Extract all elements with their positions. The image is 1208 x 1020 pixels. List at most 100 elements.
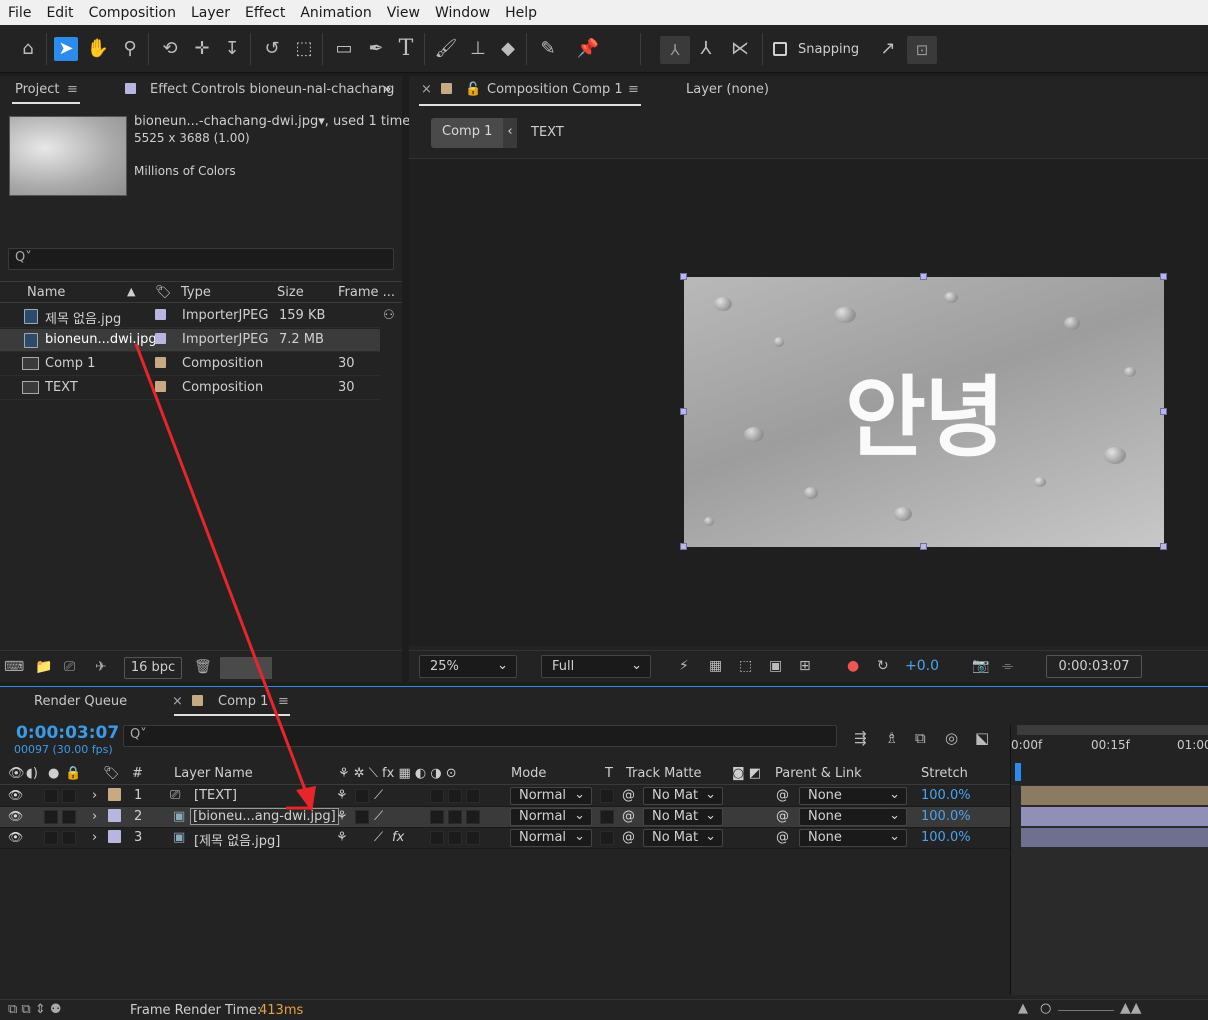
layer-duration-bar[interactable]: [1021, 828, 1208, 847]
collapse-toggle[interactable]: [355, 810, 369, 824]
composition-mini-flowchart-icon[interactable]: ⇶: [854, 729, 867, 747]
track-matte-dropdown[interactable]: No Mat ⌄: [643, 808, 723, 826]
shy-icon[interactable]: ⚘: [336, 809, 348, 824]
label-swatch[interactable]: [108, 788, 121, 801]
time-ruler[interactable]: 0:00f 00:15f 01:00: [1010, 725, 1208, 785]
interpret-footage-icon[interactable]: ⌨: [4, 659, 24, 675]
layer-name[interactable]: [bioneu...ang-dwi.jpg]: [190, 808, 339, 825]
dolly-camera-icon[interactable]: ↧: [220, 37, 244, 61]
transform-handle[interactable]: [680, 273, 687, 280]
composition-canvas[interactable]: 안녕: [684, 277, 1164, 547]
label-swatch[interactable]: [155, 333, 166, 344]
guides-icon[interactable]: ⊞: [799, 658, 811, 674]
layer-duration-bar[interactable]: [1021, 786, 1208, 805]
snap-feature-icon[interactable]: ↗: [876, 37, 900, 61]
timeline-search-input[interactable]: Q˅: [123, 725, 837, 747]
tab-project[interactable]: Project: [15, 82, 59, 97]
layer-duration-bar[interactable]: [1021, 807, 1208, 826]
shy-layers-icon[interactable]: ♗: [885, 729, 898, 747]
local-axis-icon[interactable]: ⋉: [728, 37, 752, 61]
switch-toggle[interactable]: [430, 831, 444, 845]
project-item[interactable]: TEXT Composition 30: [0, 377, 380, 400]
tab-composition[interactable]: Composition Comp 1: [487, 82, 623, 97]
switch-toggle[interactable]: [466, 831, 480, 845]
project-item[interactable]: 제목 없음.jpg ImporterJPEG 159 KB: [0, 305, 380, 328]
solo-toggle[interactable]: [44, 810, 58, 824]
quality-icon[interactable]: ⟋: [374, 809, 383, 824]
solo-icon[interactable]: ●: [48, 766, 59, 781]
menu-window[interactable]: Window: [435, 5, 490, 21]
motion-blur-icon[interactable]: ◎: [945, 729, 958, 747]
layer-name[interactable]: [제목 없음.jpg]: [194, 830, 280, 849]
lock-icon[interactable]: 🔓: [465, 82, 481, 97]
puppet-pin-icon[interactable]: 📌: [576, 37, 600, 61]
tab-comp1-timeline[interactable]: Comp 1: [218, 694, 268, 709]
eye-icon[interactable]: 👁: [8, 809, 23, 823]
shy-icon[interactable]: ⚘: [336, 788, 348, 803]
layer-row[interactable]: 👁 › 1 ⎚ [TEXT] ⚘ ⟋ Normal ⌄ @ No Mat ⌄ @ N…: [0, 786, 1010, 807]
switch-toggle[interactable]: [430, 789, 444, 803]
audio-icon[interactable]: ◖): [26, 766, 38, 781]
tab-effect-controls[interactable]: Effect Controls bioneun-nal-chachang: [150, 82, 394, 97]
graph-editor-icon[interactable]: ⬕: [975, 729, 989, 747]
new-composition-icon[interactable]: ⎚: [64, 659, 75, 675]
label-swatch[interactable]: [155, 381, 166, 392]
snap-grid-icon[interactable]: ⊡: [907, 36, 937, 64]
lock-toggle[interactable]: [62, 831, 76, 845]
menu-animation[interactable]: Animation: [300, 5, 371, 21]
transform-handle[interactable]: [1160, 408, 1167, 415]
pick-whip-icon[interactable]: @: [622, 788, 635, 803]
layer-row[interactable]: 👁 › 3 ▣ [제목 없음.jpg] ⚘ ⟋ fx Normal ⌄ @ No …: [0, 828, 1010, 849]
switch-toggle[interactable]: [448, 810, 462, 824]
layer-row[interactable]: 👁 › 2 ▣ [bioneu...ang-dwi.jpg] ⚘ ⟋ Norma…: [0, 807, 1010, 828]
composition-viewer[interactable]: 안녕: [409, 158, 1208, 646]
collapse-toggle[interactable]: [355, 789, 369, 803]
world-axis-icon[interactable]: ⅄: [660, 36, 690, 64]
switch-toggle[interactable]: [448, 789, 462, 803]
type-tool-icon[interactable]: T: [394, 37, 418, 61]
exposure-value[interactable]: +0.0: [905, 658, 939, 674]
lock-toggle[interactable]: [62, 810, 76, 824]
eye-icon[interactable]: 👁: [8, 766, 25, 781]
frame-blending-icon[interactable]: ⧉: [915, 729, 926, 747]
column-parent-link[interactable]: Parent & Link: [775, 766, 862, 781]
transform-handle[interactable]: [1160, 543, 1167, 550]
switch-toggle[interactable]: [466, 810, 480, 824]
pan-camera-icon[interactable]: ✛: [190, 37, 214, 61]
clone-stamp-icon[interactable]: ⊥: [466, 37, 490, 61]
zoom-out-icon[interactable]: ▲: [1018, 1001, 1028, 1016]
eraser-icon[interactable]: ◆: [496, 37, 520, 61]
selection-tool-icon[interactable]: ➤: [54, 37, 78, 61]
home-icon[interactable]: ⌂: [16, 37, 40, 61]
quality-icon[interactable]: ⟋: [374, 830, 383, 845]
zoom-tool-icon[interactable]: ⚲: [118, 37, 142, 61]
panel-menu-icon[interactable]: ≡: [67, 82, 78, 97]
layer-name[interactable]: [TEXT]: [194, 788, 237, 803]
region-of-interest-icon[interactable]: ▣: [769, 658, 782, 674]
quality-icon[interactable]: ⟋: [374, 788, 383, 803]
bit-depth-button[interactable]: 16 bpc: [124, 657, 182, 679]
chevron-left-icon[interactable]: ‹: [503, 118, 517, 148]
transform-handle[interactable]: [1160, 273, 1167, 280]
roto-brush-icon[interactable]: ✎: [536, 37, 560, 61]
rotate-tool-icon[interactable]: ↺: [260, 37, 284, 61]
preserve-transparency-toggle[interactable]: [600, 831, 614, 845]
tab-render-queue[interactable]: Render Queue: [34, 694, 127, 709]
pick-whip-icon[interactable]: @: [622, 809, 635, 824]
adjust-settings-icon[interactable]: ✈: [95, 659, 107, 675]
column-number[interactable]: #: [132, 766, 143, 781]
track-matte-dropdown[interactable]: No Mat ⌄: [643, 829, 723, 847]
zoom-in-icon[interactable]: ▲▲: [1120, 1000, 1142, 1016]
playhead[interactable]: [1015, 763, 1021, 781]
stretch-value[interactable]: 100.0%: [921, 830, 971, 845]
tab-layer[interactable]: Layer (none): [686, 82, 769, 97]
chevron-right-icon[interactable]: »: [383, 82, 391, 97]
transform-handle[interactable]: [680, 408, 687, 415]
menu-effect[interactable]: Effect: [245, 5, 285, 21]
label-swatch[interactable]: [155, 357, 166, 368]
menu-composition[interactable]: Composition: [89, 5, 176, 21]
switch-toggle[interactable]: [430, 810, 444, 824]
preserve-transparency-toggle[interactable]: [600, 789, 614, 803]
new-folder-icon[interactable]: 📁: [35, 659, 52, 675]
transform-handle[interactable]: [920, 273, 927, 280]
